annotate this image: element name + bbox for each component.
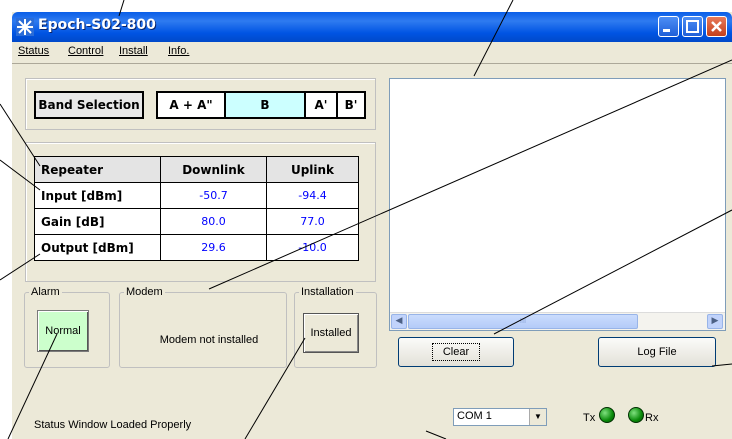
- scroll-grip: III: [519, 317, 527, 325]
- com-port-value: COM 1: [457, 410, 492, 422]
- rx-label: Rx: [645, 412, 659, 424]
- table-row: Gain [dB] 80.0 77.0: [34, 208, 359, 235]
- alarm-normal-button[interactable]: Normal: [37, 310, 89, 352]
- uplink-value: -94.4: [266, 182, 359, 209]
- table-header-row: Repeater Downlink Uplink: [34, 156, 359, 183]
- tx-led-icon: [599, 407, 615, 423]
- installed-button[interactable]: Installed: [303, 313, 359, 353]
- band-selector: A + A" B A' B': [156, 91, 366, 119]
- scroll-left-button[interactable]: ◀: [391, 314, 407, 329]
- column-header: Repeater: [34, 156, 161, 183]
- band-selection-label: Band Selection: [34, 91, 144, 119]
- clear-button[interactable]: Clear: [398, 337, 514, 367]
- com-port-select[interactable]: COM 1 ▼: [453, 408, 547, 426]
- scroll-right-button[interactable]: ▶: [707, 314, 723, 329]
- close-icon: [711, 21, 722, 32]
- maximize-icon: [686, 20, 699, 33]
- maximize-button[interactable]: [682, 16, 703, 37]
- scroll-thumb[interactable]: III: [408, 314, 638, 329]
- clear-button-label: Clear: [431, 343, 481, 361]
- status-text: Status Window Loaded Properly: [34, 419, 192, 431]
- table-row: Output [dBm] 29.6 -10.0: [34, 234, 359, 261]
- downlink-value: 80.0: [160, 208, 267, 235]
- table-row: Input [dBm] -50.7 -94.4: [34, 182, 359, 209]
- title-bar[interactable]: Epoch-S02-800: [12, 12, 732, 42]
- measurement-table: Repeater Downlink Uplink Input [dBm] -50…: [34, 156, 359, 261]
- band-option-b[interactable]: B: [226, 93, 304, 117]
- tx-label: Tx: [583, 412, 596, 424]
- installation-legend: Installation: [301, 286, 354, 298]
- menu-install[interactable]: Install: [119, 45, 148, 57]
- modem-status-text: Modem not installed: [159, 334, 259, 346]
- column-header: Downlink: [160, 156, 267, 183]
- modem-legend: Modem: [126, 286, 163, 298]
- log-file-button[interactable]: Log File: [598, 337, 716, 367]
- minimize-button[interactable]: [658, 16, 679, 37]
- chevron-right-icon: ▶: [711, 316, 719, 326]
- status-bar: Status Window Loaded Properly: [12, 405, 732, 439]
- chevron-left-icon: ◀: [395, 316, 403, 326]
- app-window: Epoch-S02-800 Status Control Install Inf…: [12, 12, 732, 439]
- column-header: Uplink: [266, 156, 359, 183]
- downlink-value: 29.6: [160, 234, 267, 261]
- uplink-value: -10.0: [266, 234, 359, 261]
- app-icon: [16, 18, 34, 36]
- uplink-value: 77.0: [266, 208, 359, 235]
- menu-control[interactable]: Control: [68, 45, 103, 57]
- alarm-legend: Alarm: [31, 286, 60, 298]
- row-label: Gain [dB]: [34, 208, 161, 235]
- modem-group: Modem: [119, 286, 287, 368]
- menu-bar: Status Control Install Info.: [12, 42, 732, 62]
- row-label: Output [dBm]: [34, 234, 161, 261]
- band-option-a-a2[interactable]: A + A": [158, 93, 224, 117]
- band-option-a-prime[interactable]: A': [306, 93, 336, 117]
- downlink-value: -50.7: [160, 182, 267, 209]
- minimize-icon: [663, 29, 670, 32]
- close-button[interactable]: [706, 16, 727, 37]
- band-option-b-prime[interactable]: B': [338, 93, 364, 117]
- row-label: Input [dBm]: [34, 182, 161, 209]
- chevron-down-icon[interactable]: ▼: [529, 409, 546, 425]
- rx-led-icon: [628, 407, 644, 423]
- log-window[interactable]: ◀ III ▶: [389, 78, 726, 331]
- window-title: Epoch-S02-800: [38, 17, 156, 33]
- menu-separator: [12, 63, 732, 64]
- horizontal-scrollbar[interactable]: ◀ III ▶: [390, 312, 725, 330]
- menu-info[interactable]: Info.: [168, 45, 189, 57]
- menu-status[interactable]: Status: [18, 45, 49, 57]
